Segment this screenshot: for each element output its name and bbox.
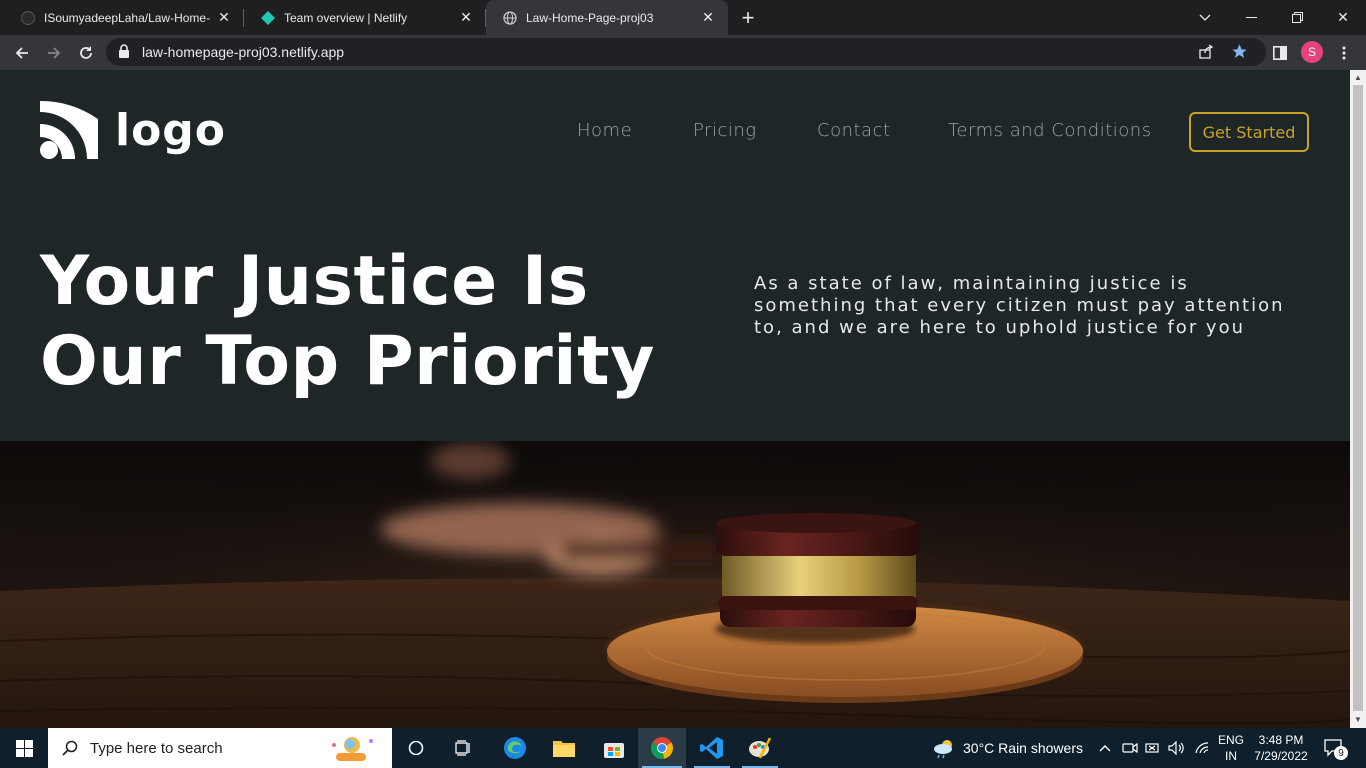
close-tab-icon[interactable]: ✕ <box>458 9 474 26</box>
paint-icon[interactable] <box>738 728 782 768</box>
github-icon <box>20 10 36 26</box>
windows-start-icon[interactable] <box>0 728 48 768</box>
nav-pricing[interactable]: Pricing <box>693 120 757 141</box>
wifi-icon[interactable] <box>1192 728 1212 768</box>
lock-icon[interactable] <box>118 44 132 60</box>
nav-home[interactable]: Home <box>577 120 632 141</box>
battery-saver-icon[interactable] <box>1143 728 1163 768</box>
chrome-taskbar-icon[interactable] <box>638 728 686 768</box>
weather-text[interactable]: 30°C Rain showers <box>963 728 1087 768</box>
tab-title: ISoumyadeepLaha/Law-Home-Pa <box>44 10 210 25</box>
get-started-button[interactable]: Get Started <box>1189 112 1309 152</box>
edge-icon[interactable] <box>496 728 534 768</box>
tab-strip: ISoumyadeepLaha/Law-Home-Pa ✕ Team overv… <box>0 0 1366 35</box>
close-tab-icon[interactable]: ✕ <box>700 9 716 26</box>
vscode-icon[interactable] <box>690 728 734 768</box>
nav-contact[interactable]: Contact <box>817 120 891 141</box>
tab-netlify[interactable]: Team overview | Netlify ✕ <box>244 0 486 35</box>
address-bar[interactable]: law-homepage-proj03.netlify.app <box>106 38 1266 66</box>
taskbar-search-box[interactable]: Type here to search <box>48 728 392 768</box>
clock[interactable]: 3:48 PM 7/29/2022 <box>1250 728 1312 768</box>
scrollbar-thumb[interactable] <box>1353 85 1363 711</box>
hero-title: Your Justice Is Our Top Priority <box>40 242 680 402</box>
region-code: IN <box>1225 749 1237 763</box>
task-view-icon[interactable] <box>446 728 482 768</box>
gavel-hero-image <box>0 441 1350 728</box>
meet-now-icon[interactable] <box>1120 728 1140 768</box>
close-tab-icon[interactable]: ✕ <box>216 9 232 26</box>
share-icon[interactable] <box>1198 44 1214 65</box>
microsoft-store-icon[interactable] <box>594 728 634 768</box>
logo-text: logo <box>115 104 227 156</box>
site-logo[interactable]: logo <box>40 101 226 159</box>
page-viewport: logo Home Pricing Contact Terms and Cond… <box>0 70 1350 728</box>
tab-title: Law-Home-Page-proj03 <box>526 10 654 25</box>
new-tab-button[interactable]: + <box>736 5 760 30</box>
page-scrollbar[interactable]: ▲ ▼ <box>1350 70 1366 728</box>
volume-icon[interactable] <box>1166 728 1188 768</box>
scroll-down-arrow-icon[interactable]: ▼ <box>1353 715 1363 725</box>
hero-title-line-2: Our Top Priority <box>40 322 655 401</box>
language-indicator[interactable]: ENG IN <box>1214 728 1248 768</box>
tab-title: Team overview | Netlify <box>284 10 408 25</box>
scroll-up-arrow-icon[interactable]: ▲ <box>1353 73 1363 83</box>
clock-date: 7/29/2022 <box>1254 749 1308 763</box>
clock-time: 3:48 PM <box>1258 733 1304 747</box>
cortana-icon[interactable] <box>398 728 434 768</box>
search-highlight-icon <box>326 733 378 768</box>
url-text[interactable]: law-homepage-proj03.netlify.app <box>142 44 344 60</box>
close-window-button[interactable]: ✕ <box>1320 0 1366 35</box>
nav-terms[interactable]: Terms and Conditions <box>948 120 1152 141</box>
weather-icon[interactable] <box>930 728 960 768</box>
restore-button[interactable] <box>1274 0 1320 35</box>
forward-icon[interactable] <box>40 39 68 67</box>
netlify-icon <box>260 10 276 26</box>
notification-center-icon[interactable]: 9 <box>1318 728 1350 768</box>
language-code: ENG <box>1217 733 1244 747</box>
side-panel-icon[interactable] <box>1266 39 1294 67</box>
logo-rss-icon <box>40 101 98 159</box>
tab-search-icon[interactable] <box>1182 0 1228 35</box>
notification-count-badge: 9 <box>1334 746 1348 760</box>
back-icon[interactable] <box>8 39 36 67</box>
hero-title-line-1: Your Justice Is <box>40 242 589 321</box>
file-explorer-icon[interactable] <box>544 728 584 768</box>
tab-law-home-page[interactable]: Law-Home-Page-proj03 ✕ <box>486 0 728 35</box>
search-placeholder: Type here to search <box>90 739 223 757</box>
globe-icon <box>502 10 518 26</box>
bookmark-star-icon[interactable] <box>1231 43 1248 65</box>
profile-avatar[interactable]: S <box>1301 41 1323 63</box>
show-hidden-icons-icon[interactable] <box>1096 728 1114 768</box>
reload-icon[interactable] <box>72 39 100 67</box>
minimize-button[interactable] <box>1228 0 1274 35</box>
search-icon <box>62 740 78 756</box>
tab-github[interactable]: ISoumyadeepLaha/Law-Home-Pa ✕ <box>4 0 244 35</box>
windows-taskbar: Type here to search 30°C Rain showers EN… <box>0 728 1366 768</box>
menu-kebab-icon[interactable] <box>1330 39 1358 67</box>
hero-description: As a state of law, maintaining justice i… <box>754 273 1285 338</box>
